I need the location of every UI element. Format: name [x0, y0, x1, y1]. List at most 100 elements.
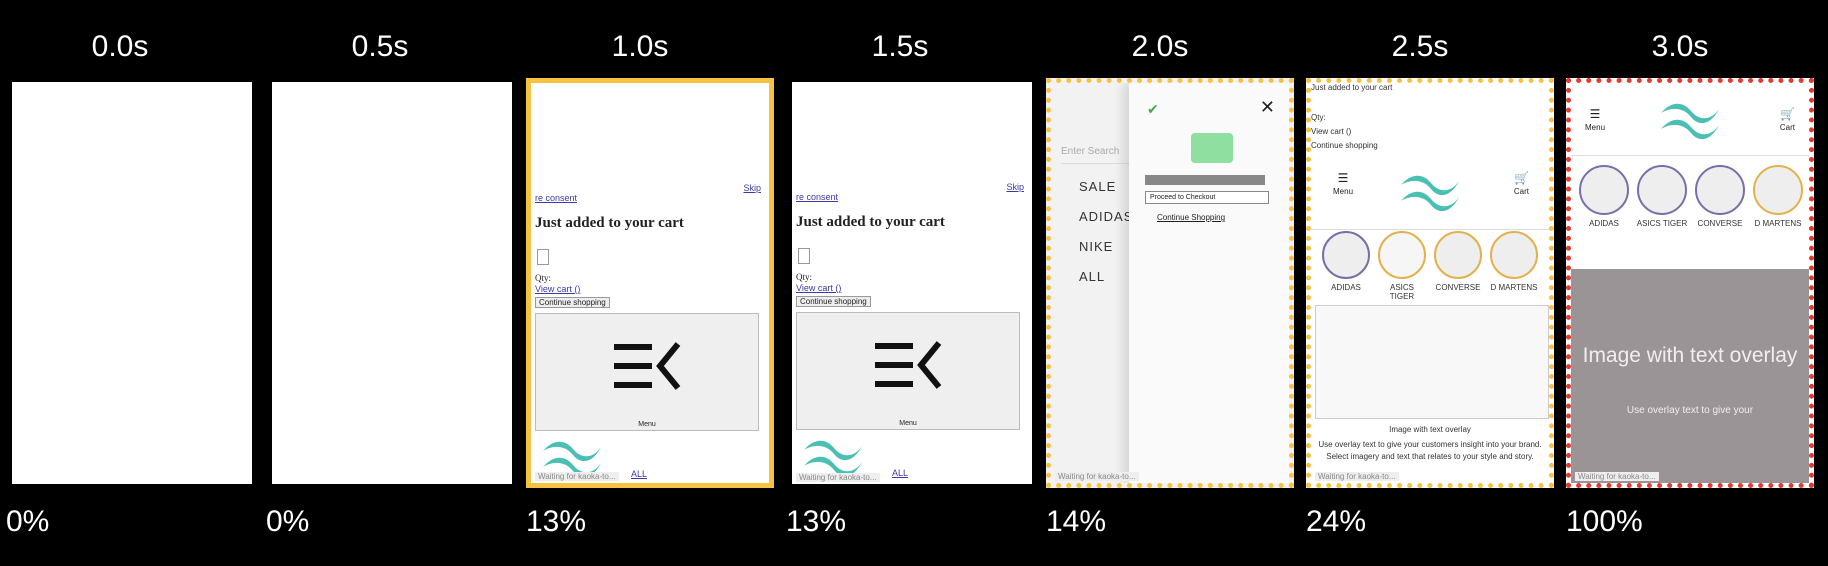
- overlay-image: [1315, 305, 1549, 419]
- qty-input[interactable]: [798, 248, 810, 264]
- menu-button[interactable]: ☰ Menu: [1333, 169, 1353, 196]
- view-cart-link[interactable]: View cart (): [796, 283, 841, 293]
- frame-percent: 14%: [1046, 505, 1107, 538]
- filmstrip-frame: 0.5s 0%: [260, 0, 512, 566]
- continue-shopping-link[interactable]: Continue shopping: [1311, 141, 1378, 150]
- brand-logo: [1753, 165, 1803, 215]
- frame-screenshot: re consent Skip Just added to your cart …: [526, 78, 774, 488]
- cart-label: Cart: [1779, 123, 1795, 132]
- brand-logo: [1490, 231, 1538, 279]
- menu-label: Menu: [899, 420, 917, 427]
- frame-percent: 100%: [1566, 505, 1643, 538]
- frame-screenshot: [272, 82, 512, 484]
- status-bar: Waiting for kaoka-to...: [796, 473, 880, 482]
- brand-logo: [1637, 165, 1687, 215]
- proceed-to-checkout-button[interactable]: Proceed to Checkout: [1145, 191, 1269, 204]
- brand-item[interactable]: CONVERSE: [1433, 231, 1483, 292]
- qty-label: Qty:: [1311, 113, 1326, 122]
- brand-label: ADIDAS: [1589, 219, 1619, 228]
- logo-icon: [543, 441, 601, 477]
- nav-item-all[interactable]: ALL: [1079, 269, 1105, 284]
- brand-item[interactable]: ASICS TIGER: [1377, 231, 1427, 301]
- overlay-title: Image with text overlay: [1582, 344, 1798, 367]
- brand-logo: [1695, 165, 1745, 215]
- menu-button[interactable]: Menu: [796, 312, 1020, 430]
- brand-item[interactable]: ASICS TIGER: [1635, 165, 1689, 228]
- frame-screenshot: Enter Search SALE ADIDAS NIKE ALL ✔ ✕ Pr…: [1046, 78, 1294, 488]
- nav-item-adidas[interactable]: ADIDAS: [1079, 209, 1129, 224]
- nav-item-sale[interactable]: SALE: [1079, 179, 1116, 194]
- view-cart-link[interactable]: View cart (): [535, 284, 580, 294]
- consent-link[interactable]: re consent: [535, 193, 577, 203]
- all-link[interactable]: ALL: [631, 469, 647, 479]
- frame-time: 1.5s: [871, 30, 929, 63]
- frame-percent: 24%: [1306, 505, 1367, 538]
- brand-logo: [1378, 231, 1426, 279]
- menu-icon: [614, 342, 681, 390]
- frame-time: 2.0s: [1131, 30, 1189, 63]
- frame-screenshot: ☰ Menu 🛒 Cart ADIDAS ASICS TIGER CONVERS…: [1566, 78, 1814, 488]
- overlay-body: Use overlay text to give your: [1626, 405, 1754, 416]
- frame-percent: 13%: [526, 505, 587, 538]
- filmstrip-frame: 3.0s ☰ Menu 🛒 Cart ADIDAS ASICS TIGER CO…: [1560, 0, 1814, 566]
- all-link[interactable]: ALL: [892, 468, 908, 478]
- menu-icon: ☰: [1337, 171, 1349, 185]
- status-bar: Waiting for kaoka-to...: [535, 472, 619, 481]
- frame-percent: 0%: [6, 505, 50, 538]
- menu-label: Menu: [1585, 123, 1606, 132]
- filmstrip-frame: 0.0s 0%: [0, 0, 252, 566]
- menu-label: Menu: [1333, 187, 1354, 196]
- check-icon: ✔: [1147, 101, 1159, 117]
- frame-time: 0.0s: [91, 30, 149, 63]
- close-icon[interactable]: ✕: [1260, 97, 1275, 118]
- cart-button[interactable]: 🛒 Cart: [1514, 169, 1529, 196]
- hero-overlay-section: Image with text overlay Use overlay text…: [1571, 269, 1809, 483]
- brand-label: ADIDAS: [1331, 283, 1361, 292]
- logo-icon: [804, 440, 862, 476]
- cart-button[interactable]: 🛒 Cart: [1780, 105, 1795, 132]
- filmstrip-frame: 2.5s Just added to your cart Qty: View c…: [1300, 0, 1554, 566]
- filmstrip-frame: 2.0s Enter Search SALE ADIDAS NIKE ALL ✔…: [1040, 0, 1294, 566]
- brand-label: CONVERSE: [1435, 283, 1481, 292]
- logo-icon: [1401, 175, 1459, 211]
- frame-screenshot: [12, 82, 252, 484]
- status-bar: Waiting for kaoka-to...: [1575, 472, 1659, 481]
- qty-input[interactable]: [537, 249, 549, 265]
- progress-bar: [1145, 175, 1265, 185]
- frame-time: 3.0s: [1651, 30, 1709, 63]
- view-cart-link[interactable]: View cart (): [1311, 127, 1351, 136]
- brand-label: CONVERSE: [1697, 219, 1743, 228]
- continue-shopping-button[interactable]: Continue shopping: [535, 297, 610, 308]
- continue-shopping-link[interactable]: Continue Shopping: [1157, 213, 1225, 222]
- brand-logo: [1322, 231, 1370, 279]
- brand-logo: [1434, 231, 1482, 279]
- cart-icon: 🛒: [1779, 107, 1795, 121]
- brand-item[interactable]: CONVERSE: [1693, 165, 1747, 228]
- menu-button[interactable]: Menu: [535, 313, 759, 431]
- status-bar: Waiting for kaoka-to...: [1055, 472, 1139, 481]
- qty-label: Qty:: [796, 272, 813, 282]
- cart-title: Just added to your cart: [535, 215, 684, 231]
- nav-item-nike[interactable]: NIKE: [1079, 239, 1113, 254]
- skip-link[interactable]: Skip: [743, 183, 761, 193]
- continue-shopping-button[interactable]: Continue shopping: [796, 296, 871, 307]
- brand-label: ASICS TIGER: [1636, 219, 1688, 228]
- brand-label: ASICS TIGER: [1389, 283, 1415, 301]
- brand-item[interactable]: D MARTENS: [1489, 231, 1539, 292]
- skip-link[interactable]: Skip: [1006, 182, 1024, 192]
- frame-percent: 13%: [786, 505, 847, 538]
- site-header: ☰ Menu 🛒 Cart: [1311, 159, 1549, 230]
- menu-button[interactable]: ☰ Menu: [1585, 105, 1605, 132]
- brand-label: D MARTENS: [1490, 283, 1538, 292]
- cart-title: Just added to your cart: [796, 214, 945, 230]
- status-bar: Waiting for kaoka-to...: [1315, 472, 1399, 481]
- frame-time: 2.5s: [1391, 30, 1449, 63]
- product-thumbnail: [1191, 133, 1233, 163]
- brand-label: D MARTENS: [1754, 219, 1802, 228]
- consent-link[interactable]: re consent: [796, 192, 838, 202]
- brand-item[interactable]: D MARTENS: [1751, 165, 1805, 228]
- brand-item[interactable]: ADIDAS: [1577, 165, 1631, 228]
- brand-item[interactable]: ADIDAS: [1321, 231, 1371, 292]
- frame-screenshot: re consent Skip Just added to your cart …: [792, 82, 1032, 484]
- menu-icon: [875, 341, 942, 389]
